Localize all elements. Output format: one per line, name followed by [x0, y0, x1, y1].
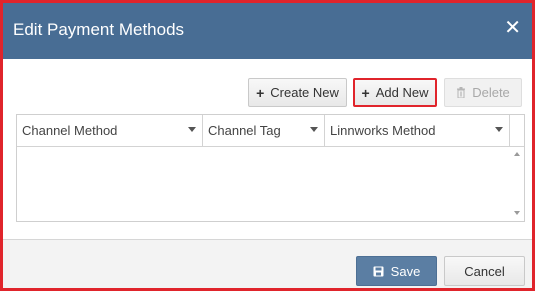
- grid-header-spacer: [510, 115, 525, 146]
- column-header-channel-method[interactable]: Channel Method: [17, 115, 203, 146]
- column-header-channel-tag[interactable]: Channel Tag: [203, 115, 325, 146]
- column-header-label: Channel Tag: [208, 123, 281, 138]
- delete-label: Delete: [472, 85, 510, 100]
- column-header-label: Linnworks Method: [330, 123, 436, 138]
- dropdown-caret-icon[interactable]: [495, 127, 503, 132]
- close-icon[interactable]: ✕: [504, 18, 521, 38]
- cancel-button[interactable]: Cancel: [444, 256, 525, 286]
- floppy-disk-icon: [373, 266, 384, 277]
- dropdown-caret-icon[interactable]: [310, 127, 318, 132]
- scroll-up-arrow-icon[interactable]: [514, 152, 520, 156]
- payment-methods-grid: Channel Method Channel Tag Linnworks Met…: [16, 114, 525, 222]
- plus-icon: +: [256, 84, 265, 101]
- grid-header: Channel Method Channel Tag Linnworks Met…: [17, 115, 524, 147]
- add-new-button[interactable]: + Add New: [353, 78, 437, 107]
- dropdown-caret-icon[interactable]: [188, 127, 196, 132]
- edit-payment-methods-dialog: Edit Payment Methods ✕ + Create New + Ad…: [0, 0, 535, 291]
- trash-icon: [456, 85, 466, 101]
- footer-divider: [3, 239, 532, 240]
- create-new-button[interactable]: + Create New: [248, 78, 347, 107]
- add-new-label: Add New: [375, 85, 429, 100]
- save-label: Save: [390, 263, 421, 279]
- dialog-header: Edit Payment Methods ✕: [3, 3, 532, 59]
- cancel-label: Cancel: [464, 263, 505, 279]
- scroll-down-arrow-icon[interactable]: [514, 211, 520, 215]
- create-new-label: Create New: [270, 85, 339, 100]
- delete-button[interactable]: Delete: [444, 78, 522, 107]
- column-header-label: Channel Method: [22, 123, 118, 138]
- column-header-linnworks-method[interactable]: Linnworks Method: [325, 115, 510, 146]
- dialog-title: Edit Payment Methods: [13, 20, 185, 39]
- plus-icon: +: [361, 84, 370, 101]
- save-button[interactable]: Save: [356, 256, 437, 286]
